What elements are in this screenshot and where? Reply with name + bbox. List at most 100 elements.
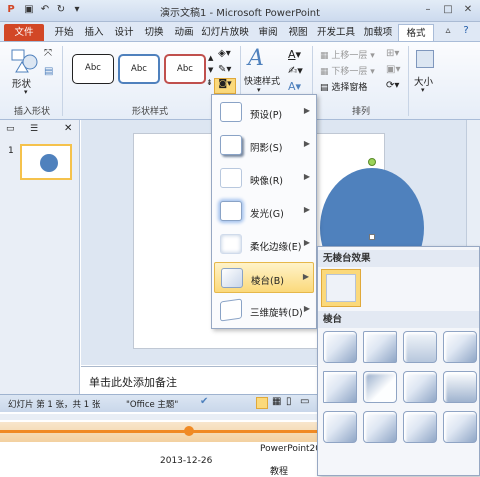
menu-item-3d-rotation[interactable]: 三维旋转(D) ▶ bbox=[214, 295, 314, 326]
sorter-view-icon[interactable]: ▦ bbox=[272, 396, 281, 407]
more-styles-icon[interactable]: ⇟ bbox=[206, 78, 213, 87]
tab-transitions[interactable]: 切换 bbox=[140, 24, 168, 41]
help-icon[interactable]: ? bbox=[458, 23, 474, 39]
minimize-ribbon-icon[interactable]: ▵ bbox=[440, 23, 456, 39]
bevel-option-hard-edge[interactable] bbox=[403, 411, 437, 443]
bevel-option-art-deco[interactable] bbox=[443, 411, 477, 443]
textbox-icon[interactable]: ▤ bbox=[44, 66, 53, 77]
submenu-arrow-icon: ▶ bbox=[303, 139, 310, 148]
tab-developer[interactable]: 开发工具 bbox=[314, 24, 358, 41]
tab-addins[interactable]: 加载项 bbox=[360, 24, 396, 41]
menu-item-shadow[interactable]: 阴影(S) ▶ bbox=[214, 130, 314, 161]
rotation-handle[interactable] bbox=[368, 158, 376, 166]
title-bar: P ▣ ↶ ↻ ▾ 演示文稿1 - Microsoft PowerPoint –… bbox=[0, 0, 480, 22]
scroll-up-icon[interactable]: ▲ bbox=[208, 54, 213, 62]
align-icon[interactable]: ⊞▾ bbox=[386, 48, 399, 59]
bevel-option-convex[interactable] bbox=[403, 371, 437, 403]
selection-pane-button[interactable]: ▤ 选择窗格 bbox=[320, 80, 367, 93]
menu-item-glow[interactable]: 发光(G) ▶ bbox=[214, 196, 314, 227]
bevel-option-slope[interactable] bbox=[443, 371, 477, 403]
minimize-icon[interactable]: – bbox=[420, 2, 436, 18]
shape-style-3[interactable]: Abc bbox=[164, 54, 206, 84]
resize-handle[interactable] bbox=[369, 234, 375, 240]
divider bbox=[408, 46, 409, 116]
bevel-option-circle[interactable] bbox=[323, 331, 357, 363]
menu-item-reflection[interactable]: 映像(R) ▶ bbox=[214, 163, 314, 194]
size-dropdown-icon[interactable]: ▾ bbox=[421, 86, 425, 94]
menu-item-bevel[interactable]: 棱台(B) ▶ bbox=[214, 262, 314, 293]
submenu-arrow-icon: ▶ bbox=[303, 106, 310, 115]
submenu-arrow-icon: ▶ bbox=[303, 172, 310, 181]
arrange-group-label: 排列 bbox=[351, 107, 370, 117]
close-icon[interactable]: ✕ bbox=[460, 2, 476, 18]
shape-button-label[interactable]: 形状 bbox=[12, 76, 31, 90]
shape-dropdown-icon[interactable]: ▾ bbox=[24, 88, 28, 96]
tab-review[interactable]: 审阅 bbox=[254, 24, 282, 41]
bevel-option-relaxed-inset[interactable] bbox=[363, 331, 397, 363]
bevel-option-soft-round[interactable] bbox=[363, 371, 397, 403]
shape-effects-button[interactable]: ◙▾ bbox=[214, 78, 236, 94]
shape-styles-group-label: 形状样式 bbox=[131, 107, 168, 117]
notes-placeholder: 单击此处添加备注 bbox=[89, 376, 177, 389]
group-icon[interactable]: ▣▾ bbox=[386, 64, 400, 75]
tab-insert[interactable]: 插入 bbox=[80, 24, 108, 41]
menu-label: 棱台(B) bbox=[251, 276, 284, 287]
text-fill-icon[interactable]: A▾ bbox=[288, 48, 301, 61]
size-icon[interactable] bbox=[416, 50, 434, 68]
shape-style-2[interactable]: Abc bbox=[118, 54, 160, 84]
tab-animations[interactable]: 动画 bbox=[170, 24, 198, 41]
shape-style-1[interactable]: Abc bbox=[72, 54, 114, 84]
theme-name: "Office 主题" bbox=[126, 400, 179, 410]
rotate-icon[interactable]: ⟳▾ bbox=[386, 80, 399, 91]
slides-tab-icon[interactable]: ▭ bbox=[6, 124, 15, 134]
outline-tab-icon[interactable]: ☰ bbox=[30, 124, 38, 134]
menu-label: 三维旋转(D) bbox=[250, 308, 303, 319]
bevel-option-cross[interactable] bbox=[403, 331, 437, 363]
scroll-down-icon[interactable]: ▼ bbox=[208, 66, 213, 74]
no-bevel-option[interactable] bbox=[321, 269, 361, 307]
divider bbox=[62, 46, 63, 116]
tab-design[interactable]: 设计 bbox=[110, 24, 138, 41]
progress-knob[interactable] bbox=[184, 426, 194, 436]
soft-edges-icon bbox=[220, 234, 242, 254]
bevel-header: 棱台 bbox=[318, 311, 479, 328]
spellcheck-icon[interactable]: ✔ bbox=[200, 396, 208, 407]
close-panel-icon[interactable]: ✕ bbox=[64, 123, 72, 134]
bevel-option-riblet[interactable] bbox=[363, 411, 397, 443]
menu-item-soft-edges[interactable]: 柔化边缘(E) ▶ bbox=[214, 229, 314, 260]
bevel-option-divot[interactable] bbox=[323, 411, 357, 443]
wordart-a-icon[interactable]: A bbox=[248, 46, 264, 71]
shape-fill-icon[interactable]: ◈▾ bbox=[218, 48, 231, 59]
slide-thumbnail[interactable] bbox=[20, 144, 72, 180]
menu-label: 阴影(S) bbox=[250, 143, 283, 154]
reflection-icon bbox=[220, 168, 242, 188]
normal-view-icon[interactable] bbox=[256, 397, 268, 409]
edit-shape-icon[interactable]: ⤧ bbox=[44, 48, 52, 59]
bevel-option-angle[interactable] bbox=[323, 371, 357, 403]
no-bevel-header: 无棱台效果 bbox=[318, 250, 479, 267]
quick-styles-dropdown-icon[interactable]: ▾ bbox=[257, 86, 261, 94]
reading-view-icon[interactable]: ▯ bbox=[286, 396, 292, 407]
slide-info: 幻灯片 第 1 张，共 1 张 bbox=[8, 400, 101, 410]
bevel-icon bbox=[221, 268, 243, 288]
shapes-icon[interactable] bbox=[10, 48, 40, 74]
progress-fill bbox=[0, 430, 320, 433]
slideshow-view-icon[interactable]: ▭ bbox=[300, 396, 309, 407]
tab-view[interactable]: 视图 bbox=[284, 24, 312, 41]
send-backward-button[interactable]: ▦ 下移一层 ▾ bbox=[320, 64, 375, 77]
text-effects-icon[interactable]: A▾ bbox=[288, 80, 301, 93]
tab-slideshow[interactable]: 幻灯片放映 bbox=[200, 24, 250, 41]
bring-forward-button[interactable]: ▦ 上移一层 ▾ bbox=[320, 48, 375, 61]
menu-label: 预设(P) bbox=[250, 110, 283, 121]
tab-home[interactable]: 开始 bbox=[50, 24, 78, 41]
shape-outline-icon[interactable]: ✎▾ bbox=[218, 64, 231, 75]
tab-file[interactable]: 文件 bbox=[4, 24, 44, 41]
bevel-option-cool-slant[interactable] bbox=[443, 331, 477, 363]
text-outline-icon[interactable]: ✍▾ bbox=[288, 64, 303, 77]
menu-item-preset[interactable]: 预设(P) ▶ bbox=[214, 97, 314, 128]
tab-format[interactable]: 格式 bbox=[398, 24, 434, 41]
quick-styles-label[interactable]: 快速样式 bbox=[244, 74, 280, 87]
slide-number: 1 bbox=[8, 146, 14, 156]
date-text: 2013-12-26 bbox=[160, 456, 213, 466]
maximize-icon[interactable]: □ bbox=[440, 2, 456, 18]
